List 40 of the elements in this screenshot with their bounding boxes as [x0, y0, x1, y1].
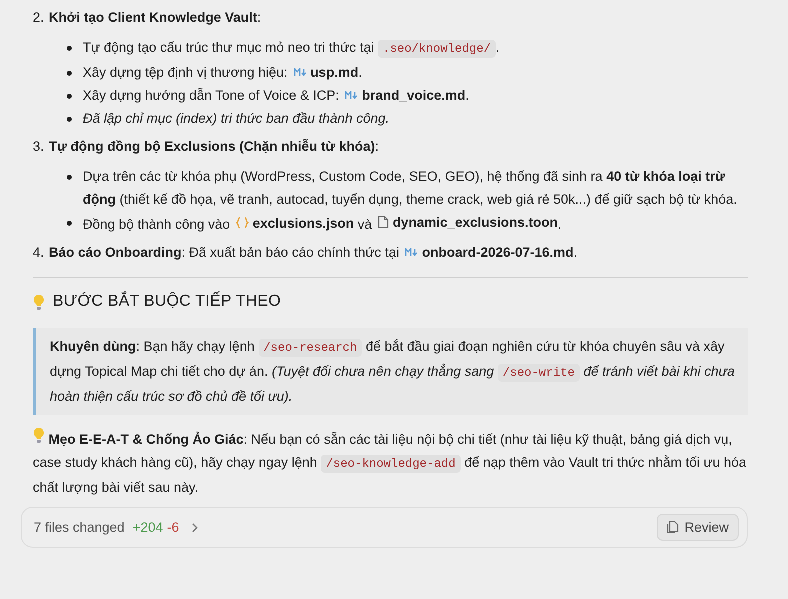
files-changed-toggle[interactable]: 7 files changed +204 -6	[34, 520, 202, 535]
bullet-icon	[67, 46, 72, 51]
review-button[interactable]: Review	[656, 514, 739, 541]
lightbulb-icon	[33, 427, 45, 444]
list-number: 2.	[33, 9, 45, 27]
inline-code: /seo-knowledge-add	[321, 455, 461, 473]
file-link[interactable]: exclusions.json	[236, 212, 354, 234]
step-title: Khởi tạo Client Knowledge Vault:	[49, 9, 262, 27]
bullet-icon	[67, 117, 72, 122]
tip-text: Mẹo E-E-A-T & Chống Ảo Giác: Nếu bạn có sẵn các tài liệu nội bộ chi tiết (như tài liệu kỹ thuật, bảng giá dịch vụ, case study khách hàng cũ), hãy chạy ngay lệnh /seo-knowledge-add để nạp thêm vào Vault tri thức nhằm tối ưu hóa chất lượng bài viết sau này.	[33, 427, 748, 499]
file-link[interactable]: onboard-2026-07-16.md	[405, 241, 574, 264]
lightbulb-icon	[33, 294, 45, 310]
step-title: Tự động đồng bộ Exclusions (Chặn nhiễu từ khóa):	[49, 138, 380, 156]
bullet-icon	[67, 71, 72, 76]
list-number: 3.	[33, 138, 45, 156]
markdown-icon	[294, 68, 307, 77]
inline-code: /seo-write	[498, 364, 580, 382]
list-number: 4.	[33, 244, 45, 262]
list-item-text: Xây dựng tệp định vị thương hiệu: usp.md.	[83, 61, 362, 84]
inline-code: .seo/knowledge/	[378, 40, 496, 58]
list-item-text: Tự động tạo cấu trúc thư mục mỏ neo tri thức tại .seo/knowledge/ .	[83, 39, 500, 60]
file-link[interactable]: dynamic_exclusions.toon	[378, 211, 558, 234]
bullet-icon	[67, 175, 72, 180]
list-item-text: Dựa trên các từ khóa phụ (WordPress, Custom Code, SEO, GEO), hệ thống đã sinh ra 40 từ khóa loại trừ động (thiết kế đồ họa, vẽ tranh, autocad, tuyển dụng, theme crack, web giá rẻ 50k...) để giữ sạch bộ từ khóa.	[83, 168, 738, 209]
callout-text: Khuyên dùng: Bạn hãy chạy lệnh /seo-research để bắt đầu giai đoạn nghiên cứu từ khóa chuyên sâu và xây dựng Topical Map chi tiết cho dự án. (Tuyệt đối chưa nên chạy thẳng sang /seo-write để tránh viết bài khi chưa hoàn thiện cấu trúc sơ đồ chủ đề tối ưu).	[50, 338, 736, 406]
review-icon	[666, 521, 679, 534]
step-title: Báo cáo Onboarding: Đã xuất bản báo cáo chính thức tại onboard-2026-07-16.md.	[49, 241, 578, 265]
file-link[interactable]: usp.md	[294, 61, 359, 84]
bullet-icon	[67, 221, 72, 226]
markdown-icon	[345, 91, 358, 100]
bullet-icon	[67, 94, 72, 99]
document-icon	[378, 216, 389, 229]
list-item-text: Đồng bộ thành công vào exclusions.json và dynamic_exclusions.toon.	[83, 211, 562, 236]
section-heading: BƯỚC BẮT BUỘC TIẾP THEO	[53, 293, 282, 311]
file-link[interactable]: brand_voice.md	[345, 84, 466, 107]
inline-code: /seo-research	[258, 339, 362, 357]
list-item-text: Xây dựng hướng dẫn Tone of Voice & ICP: brand_voice.md.	[83, 84, 470, 107]
braces-icon	[236, 217, 249, 229]
markdown-icon	[405, 248, 418, 257]
list-item-text: Đã lập chỉ mục (index) tri thức ban đầu thành công.	[83, 110, 390, 128]
